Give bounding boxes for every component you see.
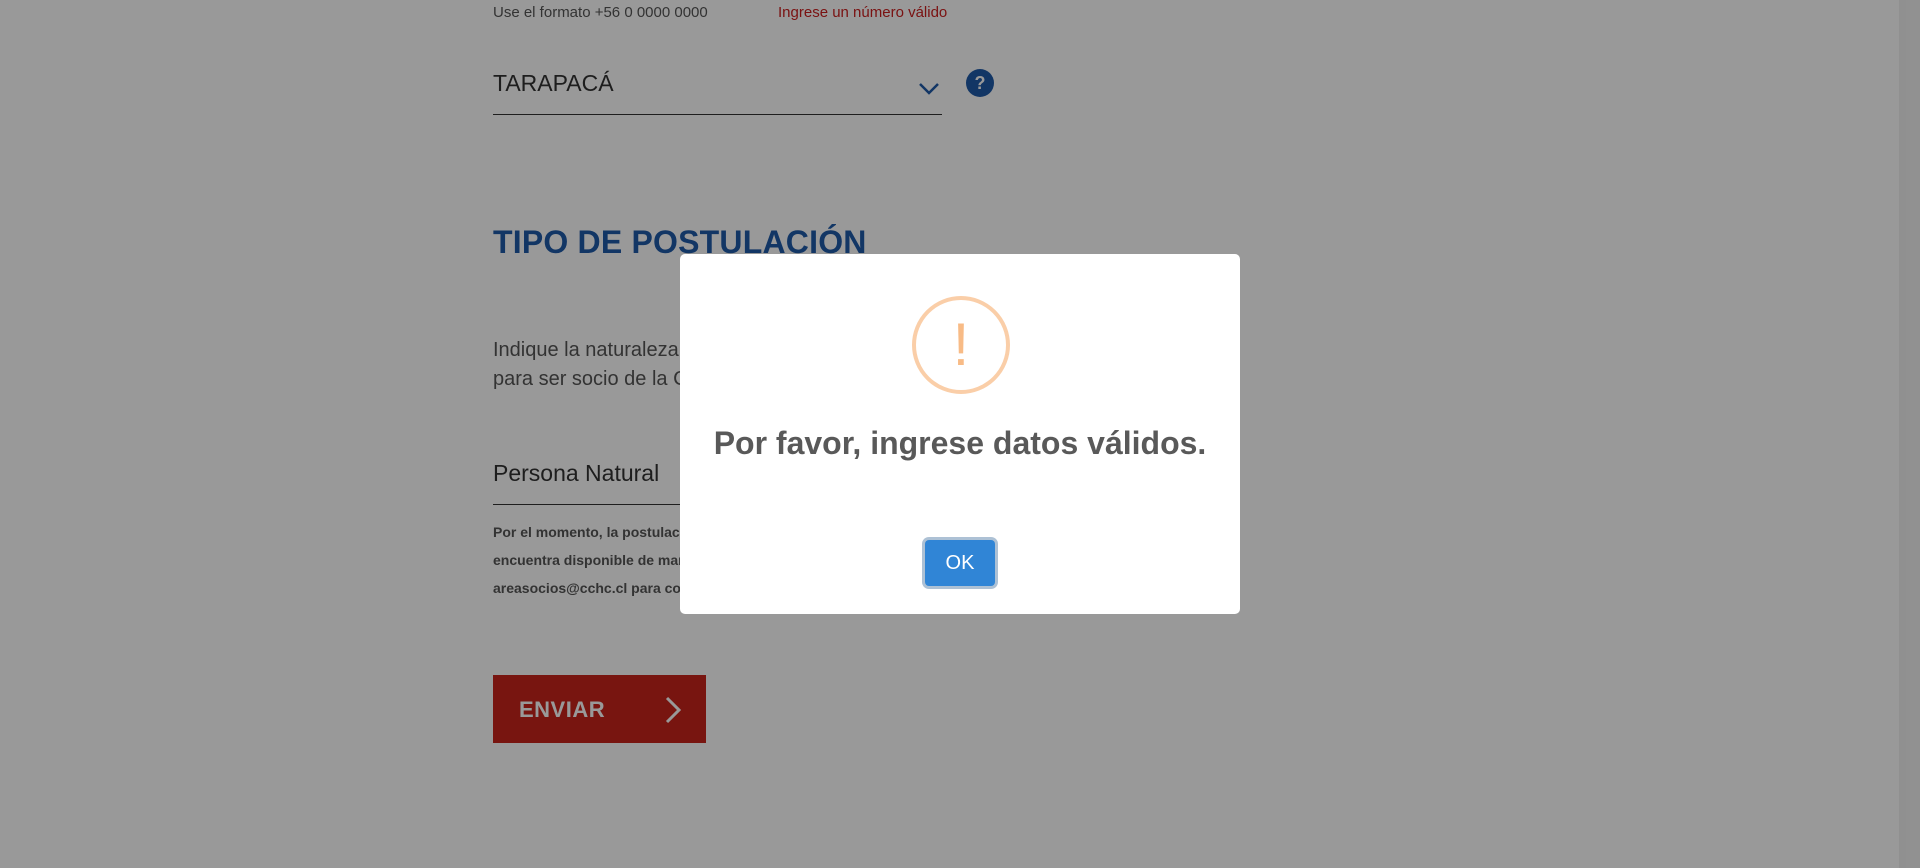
- alert-dialog: ! Por favor, ingrese datos válidos. OK: [680, 254, 1240, 614]
- ok-button[interactable]: OK: [925, 540, 995, 586]
- warning-icon: !: [912, 296, 1010, 394]
- warning-icon-symbol: !: [952, 311, 970, 378]
- alert-title: Por favor, ingrese datos válidos.: [713, 425, 1207, 461]
- modal-backdrop: ! Por favor, ingrese datos válidos. OK: [0, 0, 1920, 868]
